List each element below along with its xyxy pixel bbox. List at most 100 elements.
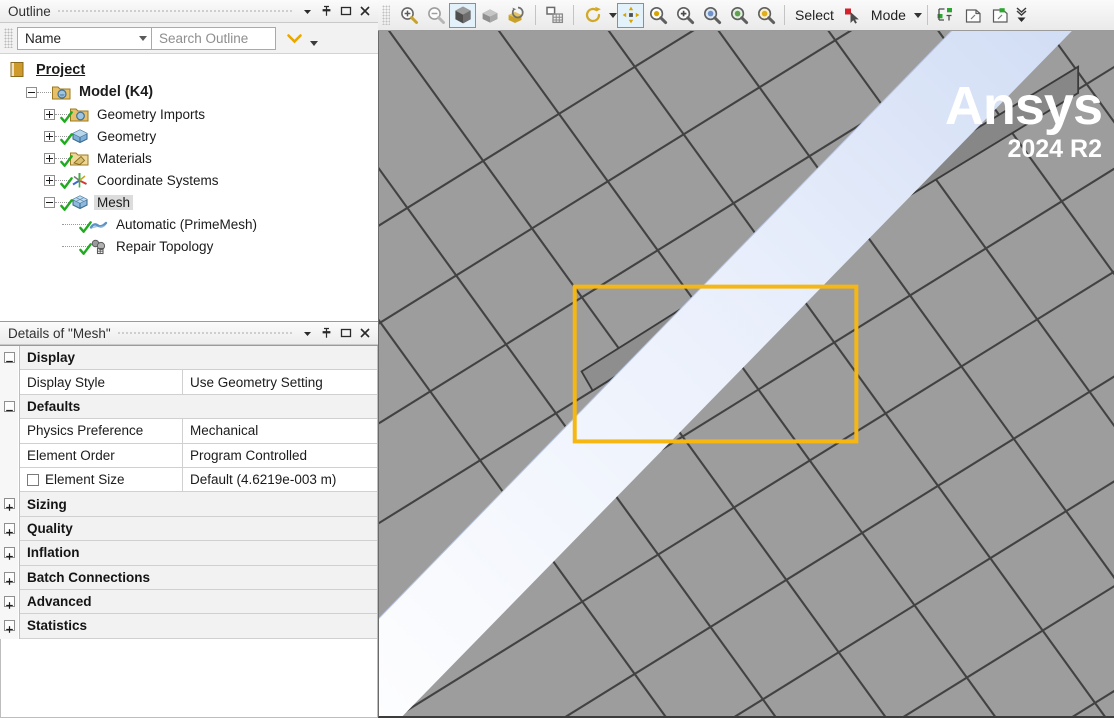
- search-options-caret-icon[interactable]: [310, 41, 318, 46]
- magnify-yellow-icon[interactable]: [752, 3, 779, 28]
- box-select-icon[interactable]: [541, 3, 568, 28]
- shaded-body-icon[interactable]: [476, 3, 503, 28]
- details-section-header[interactable]: Sizing: [20, 492, 377, 516]
- magnify-plus-icon[interactable]: [671, 3, 698, 28]
- details-collapse-icon[interactable]: [4, 352, 15, 363]
- details-section-label: Display: [20, 346, 377, 369]
- tree-item-project[interactable]: Project: [0, 59, 378, 81]
- details-section-label: Advanced: [20, 590, 377, 613]
- zoom-to-fit-icon[interactable]: [644, 3, 671, 28]
- tree-item-repair-topology[interactable]: Repair Topology: [0, 235, 378, 257]
- edge-graphics-icon[interactable]: [933, 3, 960, 28]
- details-collapse-icon[interactable]: [4, 401, 15, 412]
- details-expand-icon[interactable]: [4, 498, 15, 509]
- details-section-header[interactable]: Inflation: [20, 541, 377, 565]
- mode-label[interactable]: Mode: [866, 7, 911, 23]
- outline-pin-icon[interactable]: [317, 2, 336, 21]
- search-outline-input[interactable]: Search Outline: [152, 27, 276, 50]
- details-property-row[interactable]: Physics PreferenceMechanical: [20, 419, 377, 443]
- tree-connector: [37, 92, 51, 93]
- outline-filter-select[interactable]: Name: [17, 27, 152, 50]
- mode-dropdown-caret-icon[interactable]: [914, 13, 922, 18]
- 3d-viewport[interactable]: Ansys 2024 R2: [378, 31, 1114, 718]
- tree-item-label: Materials: [94, 151, 155, 166]
- details-dropdown-icon[interactable]: [298, 324, 317, 343]
- tree-collapse-icon[interactable]: [26, 87, 37, 98]
- outline-panel-titlebar: Outline: [0, 0, 378, 23]
- new-section-plane-2-icon[interactable]: [987, 3, 1014, 28]
- details-expand-icon[interactable]: [4, 523, 15, 534]
- details-property-key: Physics Preference: [20, 419, 183, 442]
- details-property-value[interactable]: Use Geometry Setting: [183, 370, 377, 393]
- details-expand-icon[interactable]: [4, 572, 15, 583]
- select-cursor-icon[interactable]: [839, 3, 866, 28]
- coordinate-systems-icon: [69, 171, 90, 189]
- tree-item-geometry-imports[interactable]: Geometry Imports: [0, 103, 378, 125]
- graphics-area: Select Mode: [378, 0, 1114, 718]
- outline-maximize-icon[interactable]: [336, 2, 355, 21]
- toolbar-separator: [535, 5, 536, 25]
- tree-item-materials[interactable]: Materials: [0, 147, 378, 169]
- magnify-blue-icon[interactable]: [698, 3, 725, 28]
- details-expand-icon[interactable]: [4, 596, 15, 607]
- outline-close-icon[interactable]: [355, 2, 374, 21]
- details-property-row[interactable]: Display StyleUse Geometry Setting: [20, 370, 377, 394]
- tree-expand-icon[interactable]: [44, 175, 55, 186]
- rotate-body-icon[interactable]: [503, 3, 530, 28]
- automatic-primemesh-icon: [88, 215, 109, 233]
- graphics-toolbar-gripper[interactable]: [382, 5, 390, 25]
- tree-item-mesh[interactable]: Mesh: [0, 191, 378, 213]
- search-outline-placeholder: Search Outline: [159, 31, 248, 46]
- details-property-key-text: Element Size: [45, 472, 125, 487]
- tree-item-coordinate-systems[interactable]: Coordinate Systems: [0, 169, 378, 191]
- tree-item-automatic-primemesh[interactable]: Automatic (PrimeMesh): [0, 213, 378, 235]
- mesh-render: [379, 31, 1114, 716]
- details-property-value[interactable]: Mechanical: [183, 419, 377, 442]
- details-section-header[interactable]: Quality: [20, 517, 377, 541]
- rotate-icon[interactable]: [579, 3, 606, 28]
- details-property-row[interactable]: Element Size Default (4.6219e-003 m): [20, 468, 377, 492]
- outline-tree[interactable]: ProjectModel (K4) Geometry Imports Geometr…: [0, 54, 378, 322]
- details-property-row[interactable]: Element OrderProgram Controlled: [20, 444, 377, 468]
- left-dock: Outline Name: [0, 0, 378, 718]
- tree-item-label: Geometry Imports: [94, 107, 208, 122]
- rotate-dropdown-caret[interactable]: [609, 13, 617, 18]
- element-size-checkbox[interactable]: [27, 474, 39, 486]
- tree-item-geometry[interactable]: Geometry: [0, 125, 378, 147]
- outline-dropdown-icon[interactable]: [298, 2, 317, 21]
- zoom-in-icon[interactable]: [395, 3, 422, 28]
- overflow-chevron-icon[interactable]: [1014, 7, 1030, 23]
- details-section-label: Sizing: [20, 492, 377, 515]
- details-section-label: Quality: [20, 517, 377, 540]
- details-section-header[interactable]: Defaults: [20, 395, 377, 419]
- details-property-value[interactable]: Program Controlled: [183, 444, 377, 467]
- outline-search-row: Name Search Outline: [0, 23, 378, 54]
- tree-item-model-k4[interactable]: Model (K4): [0, 81, 378, 103]
- tree-collapse-icon[interactable]: [44, 197, 55, 208]
- details-pin-icon[interactable]: [317, 324, 336, 343]
- details-property-value[interactable]: Default (4.6219e-003 m): [183, 468, 377, 491]
- toolbar-gripper[interactable]: [4, 28, 13, 48]
- new-section-plane-icon[interactable]: [960, 3, 987, 28]
- zoom-out-icon[interactable]: [422, 3, 449, 28]
- model-icon: [51, 83, 72, 101]
- tree-expand-icon[interactable]: [44, 131, 55, 142]
- box-zoom-icon[interactable]: [449, 3, 476, 28]
- tree-expand-icon[interactable]: [44, 109, 55, 120]
- toolbar-separator: [784, 5, 785, 25]
- tree-expand-icon[interactable]: [44, 153, 55, 164]
- details-section-header[interactable]: Batch Connections: [20, 566, 377, 590]
- details-close-icon[interactable]: [355, 324, 374, 343]
- details-expand-icon[interactable]: [4, 547, 15, 558]
- details-section-header[interactable]: Statistics: [20, 614, 377, 638]
- outline-panel-title: Outline: [8, 4, 51, 19]
- details-section-header[interactable]: Display: [20, 346, 377, 370]
- magnify-green-icon[interactable]: [725, 3, 752, 28]
- details-expand-icon[interactable]: [4, 620, 15, 631]
- pan-icon[interactable]: [617, 3, 644, 28]
- search-expand-icon[interactable]: [284, 28, 304, 48]
- details-drag-dots: [117, 322, 292, 344]
- toolbar-separator: [573, 5, 574, 25]
- details-section-header[interactable]: Advanced: [20, 590, 377, 614]
- details-maximize-icon[interactable]: [336, 324, 355, 343]
